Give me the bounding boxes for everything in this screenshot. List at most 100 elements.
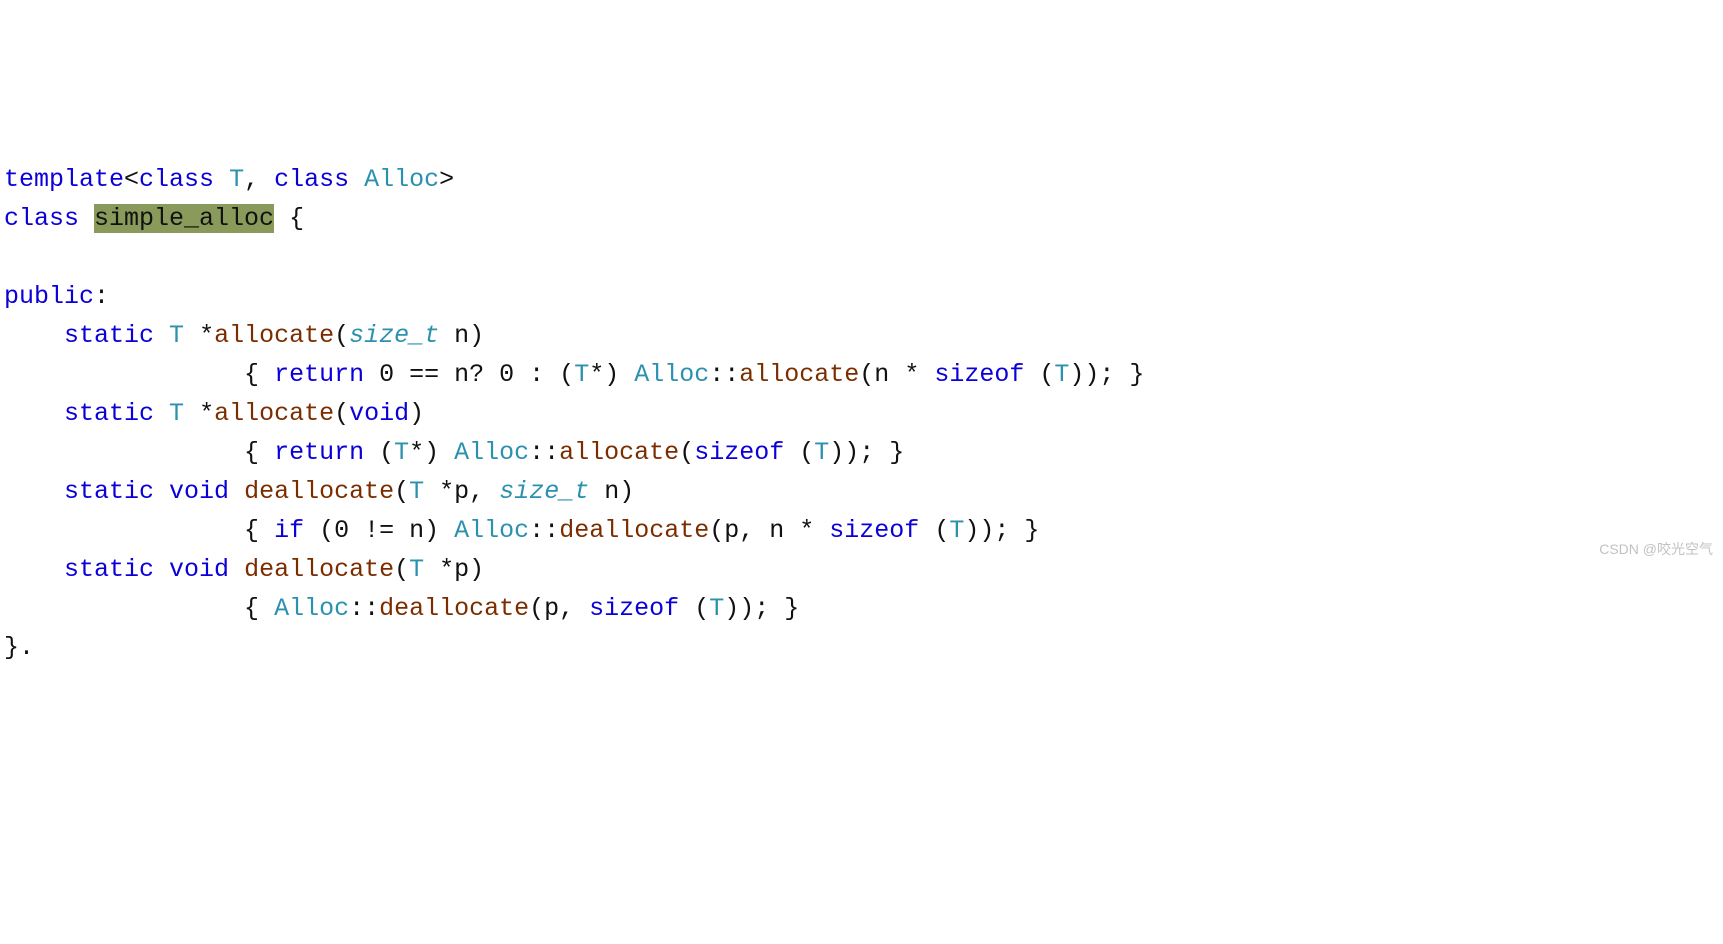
- punct: !=: [349, 516, 409, 545]
- type-alloc: Alloc: [634, 360, 709, 389]
- punct: *: [184, 399, 214, 428]
- punct: ): [424, 516, 454, 545]
- type: T: [574, 360, 589, 389]
- punct: (: [709, 516, 724, 545]
- code-line: }.: [4, 633, 34, 662]
- type-size_t: size_t: [349, 321, 439, 350]
- param: n: [604, 477, 619, 506]
- fn-name: deallocate: [244, 555, 394, 584]
- punct: (: [784, 438, 814, 467]
- punct: (: [679, 594, 709, 623]
- keyword-sizeof: sizeof: [589, 594, 679, 623]
- punct: {: [244, 594, 274, 623]
- fn-name: allocate: [559, 438, 679, 467]
- space: [439, 321, 454, 350]
- punct: ): [619, 477, 634, 506]
- type-size_t: size_t: [499, 477, 589, 506]
- punct: (: [334, 399, 349, 428]
- keyword-if: if: [274, 516, 304, 545]
- space: [79, 204, 94, 233]
- punct: )); }: [724, 594, 799, 623]
- keyword-class: class: [274, 165, 349, 194]
- space: [154, 477, 169, 506]
- punct: *: [889, 360, 934, 389]
- punct: (: [394, 555, 409, 584]
- param: p: [454, 555, 469, 584]
- punct: ,: [469, 477, 499, 506]
- punct: ,: [559, 594, 589, 623]
- class-name-highlight: simple_alloc: [94, 204, 274, 233]
- fn-name: allocate: [214, 399, 334, 428]
- keyword-sizeof: sizeof: [934, 360, 1024, 389]
- punct: (: [679, 438, 694, 467]
- punct: (: [334, 321, 349, 350]
- keyword-static: static: [64, 477, 154, 506]
- type-param: T: [229, 165, 244, 194]
- punct: ,: [739, 516, 769, 545]
- space: [229, 477, 244, 506]
- var: p: [544, 594, 559, 623]
- type: T: [409, 477, 424, 506]
- punct: (: [919, 516, 949, 545]
- num: 0: [379, 360, 394, 389]
- keyword-class: class: [4, 204, 79, 233]
- space: [364, 360, 379, 389]
- var: n: [874, 360, 889, 389]
- space: [154, 399, 169, 428]
- punct: )); }: [964, 516, 1039, 545]
- punct: ::: [349, 594, 379, 623]
- punct: :: [94, 282, 109, 311]
- type: T: [409, 555, 424, 584]
- punct: {: [244, 516, 274, 545]
- keyword-return: return: [274, 360, 364, 389]
- type: T: [394, 438, 409, 467]
- indent: [4, 321, 64, 350]
- code-block: template<class T, class Alloc> class sim…: [4, 160, 1719, 667]
- punct: (: [859, 360, 874, 389]
- keyword-sizeof: sizeof: [694, 438, 784, 467]
- space: [154, 321, 169, 350]
- punct: ): [469, 555, 484, 584]
- space: [589, 477, 604, 506]
- keyword-void: void: [349, 399, 409, 428]
- code-line: { Alloc::deallocate(p, sizeof (T)); }: [4, 594, 799, 623]
- punct: ,: [244, 165, 274, 194]
- type: T: [169, 399, 184, 428]
- fn-name: allocate: [739, 360, 859, 389]
- punct: ==: [394, 360, 454, 389]
- code-line: { if (0 != n) Alloc::deallocate(p, n * s…: [4, 516, 1039, 545]
- space: [214, 165, 229, 194]
- code-line: template<class T, class Alloc>: [4, 165, 454, 194]
- punct: )); }: [1069, 360, 1144, 389]
- punct: *: [424, 555, 454, 584]
- keyword-public: public: [4, 282, 94, 311]
- indent: [4, 555, 64, 584]
- punct: {: [274, 204, 304, 233]
- keyword-void: void: [169, 555, 229, 584]
- space: [229, 555, 244, 584]
- watermark: CSDN @咬光空气: [1599, 539, 1713, 561]
- indent: [4, 438, 244, 467]
- num: 0: [334, 516, 349, 545]
- indent: [4, 399, 64, 428]
- keyword-static: static: [64, 399, 154, 428]
- type: T: [949, 516, 964, 545]
- fn-name: allocate: [214, 321, 334, 350]
- punct: ::: [529, 516, 559, 545]
- punct: *): [589, 360, 634, 389]
- punct: ?: [469, 360, 499, 389]
- punct: {: [244, 438, 274, 467]
- punct: ): [469, 321, 484, 350]
- punct: ): [409, 399, 424, 428]
- punct: ::: [709, 360, 739, 389]
- punct: *): [409, 438, 454, 467]
- code-line: static T *allocate(void): [4, 399, 424, 428]
- type-alloc: Alloc: [454, 516, 529, 545]
- punct: (: [1024, 360, 1054, 389]
- punct: <: [124, 165, 139, 194]
- keyword-void: void: [169, 477, 229, 506]
- punct: (: [364, 438, 394, 467]
- num: 0: [499, 360, 514, 389]
- keyword-static: static: [64, 321, 154, 350]
- code-line: { return 0 == n? 0 : (T*) Alloc::allocat…: [4, 360, 1144, 389]
